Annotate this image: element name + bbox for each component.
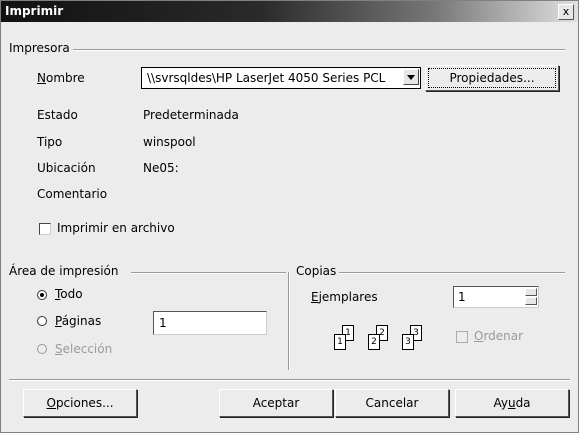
collate-checkbox[interactable] bbox=[456, 331, 468, 343]
print-dialog: Imprimir x Impresora Nombre \\svrsqldes\… bbox=[0, 0, 579, 433]
copies-group-border bbox=[339, 272, 565, 274]
collate-label[interactable]: Ordenar bbox=[474, 329, 523, 343]
comment-label: Comentario bbox=[37, 187, 108, 201]
name-label: Nombre bbox=[37, 71, 85, 85]
properties-button-label: Propiedades... bbox=[449, 71, 535, 85]
status-value: Predeterminada bbox=[143, 108, 239, 122]
pages-label[interactable]: Páginas bbox=[55, 314, 101, 328]
printer-group-border bbox=[71, 49, 565, 51]
arrow-down-icon[interactable] bbox=[525, 297, 537, 305]
copies-value: 1 bbox=[458, 290, 466, 304]
copies-spinbox[interactable]: 1 bbox=[453, 286, 539, 308]
location-value: Ne05: bbox=[143, 161, 179, 175]
options-button[interactable]: Opciones... bbox=[23, 389, 137, 417]
properties-button[interactable]: Propiedades... bbox=[425, 65, 559, 91]
printer-select-value: \\svrsqldes\HP LaserJet 4050 Series PCL bbox=[147, 71, 386, 85]
printer-select[interactable]: \\svrsqldes\HP LaserJet 4050 Series PCL bbox=[141, 67, 421, 89]
group-divider bbox=[288, 272, 290, 370]
title-bar: Imprimir x bbox=[1, 1, 578, 22]
status-label: Estado bbox=[37, 108, 78, 122]
all-label[interactable]: Todo bbox=[55, 287, 83, 301]
help-button-label: Ayuda bbox=[493, 396, 531, 410]
arrow-up-icon[interactable] bbox=[525, 288, 537, 296]
print-range-group-label: Área de impresión bbox=[9, 264, 122, 278]
chevron-down-icon[interactable] bbox=[403, 69, 419, 85]
copies-group-label: Copias bbox=[296, 264, 340, 278]
page-1-back: 1 bbox=[334, 334, 346, 350]
button-separator bbox=[9, 379, 570, 381]
options-button-label: Opciones... bbox=[46, 396, 114, 410]
print-to-file-label[interactable]: Imprimir en archivo bbox=[57, 221, 175, 235]
print-range-group-border bbox=[131, 272, 286, 274]
all-radio[interactable] bbox=[37, 290, 47, 300]
window-title: Imprimir bbox=[5, 4, 64, 18]
printer-group-label: Impresora bbox=[9, 41, 73, 55]
copies-label: Ejemplares bbox=[311, 290, 378, 304]
page-3-back: 3 bbox=[402, 334, 414, 350]
help-button[interactable]: Ayuda bbox=[455, 389, 569, 417]
print-to-file-checkbox[interactable] bbox=[39, 223, 51, 235]
pages-input[interactable]: 1 bbox=[153, 311, 267, 335]
selection-radio[interactable] bbox=[37, 344, 47, 354]
close-icon: x bbox=[562, 5, 570, 18]
type-value: winspool bbox=[143, 135, 196, 149]
page-2-back: 2 bbox=[368, 334, 380, 350]
selection-label[interactable]: Selección bbox=[55, 342, 112, 356]
location-label: Ubicación bbox=[37, 161, 96, 175]
ok-button-label: Aceptar bbox=[252, 396, 300, 410]
ok-button[interactable]: Aceptar bbox=[219, 389, 333, 417]
type-label: Tipo bbox=[37, 135, 63, 149]
close-button[interactable]: x bbox=[558, 4, 574, 20]
cancel-button-label: Cancelar bbox=[365, 396, 419, 410]
pages-input-value: 1 bbox=[159, 316, 167, 330]
pages-radio[interactable] bbox=[37, 316, 47, 326]
cancel-button[interactable]: Cancelar bbox=[335, 389, 449, 417]
